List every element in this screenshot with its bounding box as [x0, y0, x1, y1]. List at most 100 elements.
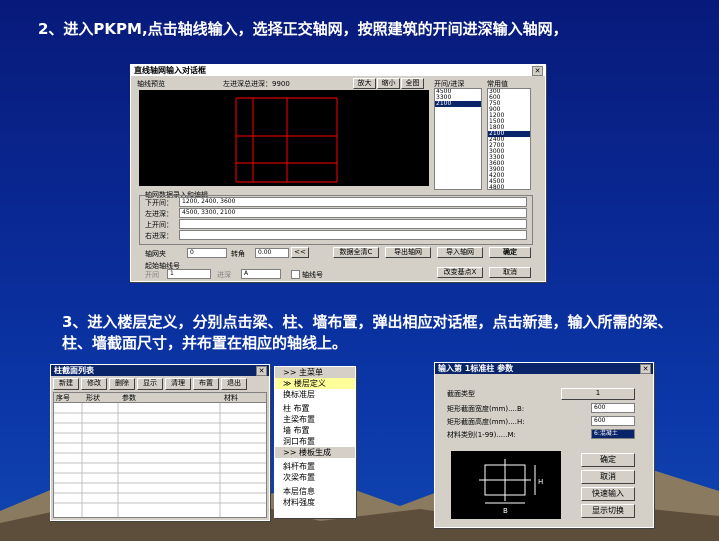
span-depth-list[interactable]: 4500 3300 2100: [434, 88, 482, 190]
arrow-button[interactable]: <<: [291, 247, 309, 258]
row-label: 下开间：: [145, 199, 173, 207]
row-label: 左进深：: [145, 210, 173, 218]
export-grid-button[interactable]: 导出轴网: [385, 247, 431, 258]
menu-material-strength[interactable]: 材料强度: [275, 497, 355, 508]
section-list-toolbar: 新建 修改 删除 显示 清理 布置 退出: [53, 378, 247, 390]
material-select[interactable]: 6:混凝土: [591, 429, 635, 439]
col-params-header: 参数: [122, 394, 136, 402]
width-label: 矩形截面宽度(mm)....B:: [447, 405, 525, 413]
close-icon[interactable]: ✕: [256, 366, 267, 376]
zoom-out-button[interactable]: 缩小: [377, 78, 400, 89]
menu-beam-place[interactable]: 主梁布置: [275, 414, 355, 425]
axis-dialog: 直线轴网输入对话框 ✕ 轴线预览 左进深总进深：9900 放大 缩小 全图 开间…: [130, 64, 546, 282]
section-table[interactable]: 序号 形状 参数 材料: [53, 392, 267, 518]
menu-label: 次梁布置: [283, 473, 315, 482]
close-icon[interactable]: ✕: [532, 66, 543, 76]
menu-floor-define[interactable]: ≫ 楼层定义: [275, 378, 355, 389]
axis-dialog-title: 直线轴网输入对话框: [134, 66, 206, 75]
ok-button[interactable]: 确定: [581, 453, 635, 467]
quick-input-button[interactable]: 快速输入: [581, 487, 635, 501]
top-span-input[interactable]: [179, 219, 527, 229]
edit-button[interactable]: 修改: [81, 378, 107, 390]
column-param-dialog: 输入第 1标准柱 参数 ✕ 截面类型 1 矩形截面宽度(mm)....B: 60…: [434, 362, 654, 528]
menu-secondary-beam[interactable]: 次梁布置: [275, 472, 355, 483]
section-type-button[interactable]: 1: [561, 388, 635, 400]
menu-column-place[interactable]: 柱 布置: [275, 403, 355, 414]
table-grid: [54, 403, 266, 517]
param-dialog-title: 输入第 1标准柱 参数: [438, 364, 514, 373]
axis-angle-label: 轴网夹: [145, 250, 166, 258]
section-list-window: 柱截面列表 ✕ 新建 修改 删除 显示 清理 布置 退出 序号 形状 参数 材料: [50, 364, 270, 521]
menu-change-floor[interactable]: 换标准层: [275, 389, 355, 400]
menu-label: 主菜单: [298, 368, 323, 377]
menu-prefix: ≫: [283, 379, 292, 388]
list-item[interactable]: 2100: [435, 101, 481, 107]
step3-heading: 3、进入楼层定义，分别点击梁、柱、墙布置，弹出相应对话框，点击新建，输入所需的梁…: [62, 313, 673, 352]
step2-heading: 2、进入PKPM,点击轴线输入，选择正交轴网，按照建筑的开间进深输入轴网，: [38, 20, 568, 38]
clear-data-button[interactable]: 数据全清C: [333, 247, 379, 258]
menu-label: 楼板生成: [298, 448, 331, 457]
display-button[interactable]: 显示: [137, 378, 163, 390]
menu-label: 楼层定义: [293, 379, 326, 388]
zoom-in-button[interactable]: 放大: [353, 78, 376, 89]
section-preview: H B: [451, 451, 561, 519]
axis-number-checkbox[interactable]: [291, 270, 300, 279]
cancel-button[interactable]: 取消: [581, 470, 635, 484]
start-col-input[interactable]: 1: [167, 269, 211, 279]
menu-brace-place[interactable]: 斜杆布置: [275, 461, 355, 472]
side-menu: >> 主菜单 ≫ 楼层定义 换标准层 柱 布置 主梁布置 墙 布置 洞口布置 >…: [274, 366, 356, 518]
param-dialog-titlebar: 输入第 1标准柱 参数 ✕: [435, 363, 653, 374]
menu-label: 换标准层: [283, 390, 315, 399]
chevron-down-icon[interactable]: [654, 403, 662, 412]
menu-label: 本层信息: [283, 487, 315, 496]
menu-label: 材料强度: [283, 498, 315, 507]
start-row-input[interactable]: A: [241, 269, 281, 279]
import-grid-button[interactable]: 导入轴网: [437, 247, 483, 258]
menu-label: 斜杆布置: [283, 462, 315, 471]
height-label: 矩形截面高度(mm)....H:: [447, 418, 525, 426]
col-material-header: 材料: [224, 394, 238, 402]
new-button[interactable]: 新建: [53, 378, 79, 390]
right-depth-input[interactable]: [179, 230, 527, 240]
menu-label: 洞口布置: [283, 437, 315, 446]
axis-angle-input[interactable]: 0: [187, 248, 227, 258]
row-label: 右进深：: [145, 232, 173, 240]
clean-button[interactable]: 清理: [165, 378, 191, 390]
dim-h-label: H: [538, 478, 543, 486]
start-row-label: 进深: [217, 271, 231, 279]
rotate-input[interactable]: 0.00: [255, 248, 289, 258]
cancel-button[interactable]: 取消: [489, 267, 531, 278]
exit-button[interactable]: 退出: [221, 378, 247, 390]
ok-button[interactable]: 确定: [489, 247, 531, 258]
left-depth-input[interactable]: 4500, 3300, 2100: [179, 208, 527, 218]
bottom-span-input[interactable]: 1200, 2400, 3600: [179, 197, 527, 207]
close-icon[interactable]: ✕: [640, 364, 651, 374]
axis-dialog-titlebar: 直线轴网输入对话框 ✕: [131, 65, 545, 76]
col-shape-header: 形状: [86, 394, 100, 402]
preview-label: 轴线预览: [137, 80, 165, 88]
section-list-titlebar: 柱截面列表 ✕: [51, 365, 269, 376]
change-basepoint-button[interactable]: 改变基点X: [437, 267, 483, 278]
section-type-label: 截面类型: [447, 390, 475, 398]
menu-label: 墙 布置: [283, 426, 310, 435]
width-input[interactable]: 600: [591, 403, 635, 413]
place-button[interactable]: 布置: [193, 378, 219, 390]
menu-wall-place[interactable]: 墙 布置: [275, 425, 355, 436]
height-input[interactable]: 600: [591, 416, 635, 426]
dim-b-label: B: [503, 507, 508, 515]
menu-opening-place[interactable]: 洞口布置: [275, 436, 355, 447]
common-values-list[interactable]: 300 600 750 900 1200 1500 1800 2100 2400…: [487, 88, 531, 190]
menu-floor-info[interactable]: 本层信息: [275, 486, 355, 497]
axis-preview-canvas[interactable]: [139, 90, 429, 186]
menu-slab-generate[interactable]: >> 楼板生成: [275, 447, 355, 458]
row-label: 上开间：: [145, 221, 173, 229]
rotate-label: 转角: [231, 250, 245, 258]
display-switch-button[interactable]: 显示切换: [581, 504, 635, 518]
section-list-title: 柱截面列表: [54, 366, 94, 375]
delete-button[interactable]: 删除: [109, 378, 135, 390]
material-label: 材料类别(1-99).....M:: [447, 431, 516, 439]
full-view-button[interactable]: 全图: [401, 78, 424, 89]
start-col-label: 开间: [145, 271, 159, 279]
menu-main[interactable]: >> 主菜单: [275, 367, 355, 378]
list-item[interactable]: 4800: [488, 185, 530, 190]
